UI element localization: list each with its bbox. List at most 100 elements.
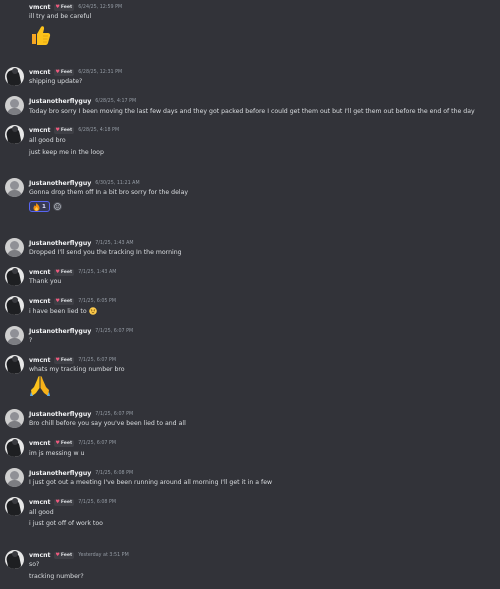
server-tag[interactable]: ♥ Feet: [53, 297, 75, 305]
avatar[interactable]: [5, 296, 24, 315]
username[interactable]: vmcnt: [29, 127, 51, 134]
server-tag-label: Feet: [60, 127, 73, 133]
heart-icon: ♥: [55, 269, 60, 275]
timestamp: 7/1/25, 6:07 PM: [95, 411, 134, 417]
heart-icon: ♥: [55, 357, 60, 363]
username[interactable]: Justanotherflyguy: [29, 470, 91, 477]
server-tag[interactable]: ♥ Feet: [53, 498, 75, 506]
heart-icon: ♥: [55, 552, 60, 558]
heart-icon: ♥: [55, 4, 60, 10]
username[interactable]: Justanotherflyguy: [29, 180, 91, 187]
server-tag-label: Feet: [60, 357, 73, 363]
username[interactable]: vmcnt: [29, 298, 51, 305]
message-text: whats my tracking number bro: [29, 365, 125, 373]
message-header: Justanotherflyguy 6/28/25, 4:17 PM: [29, 96, 136, 106]
timestamp: 7/1/25, 6:08 PM: [78, 499, 117, 505]
message-header: vmcnt ♥ Feet 7/1/25, 6:08 PM: [29, 497, 116, 507]
message-text: im js messing w u: [29, 449, 85, 457]
username[interactable]: vmcnt: [29, 552, 51, 559]
server-tag[interactable]: ♥ Feet: [53, 268, 75, 276]
heart-icon: ♥: [55, 499, 60, 505]
message-text: Thank you: [29, 277, 62, 285]
username[interactable]: Justanotherflyguy: [29, 98, 91, 105]
heart-icon: ♥: [55, 69, 60, 75]
server-tag-label: Feet: [60, 298, 73, 304]
avatar[interactable]: [5, 267, 24, 286]
message-text: all good: [29, 508, 54, 516]
message-text: i have been lied to: [29, 306, 97, 316]
username[interactable]: vmcnt: [29, 69, 51, 76]
message-text: all good bro: [29, 136, 66, 144]
server-tag[interactable]: ♥ Feet: [53, 356, 75, 364]
server-tag[interactable]: ♥ Feet: [53, 3, 75, 11]
timestamp: 7/1/25, 6:07 PM: [78, 440, 117, 446]
message-header: vmcnt ♥ Feet 7/1/25, 6:05 PM: [29, 296, 116, 306]
avatar[interactable]: [5, 178, 24, 197]
avatar[interactable]: [5, 326, 24, 345]
username[interactable]: vmcnt: [29, 269, 51, 276]
server-tag-label: Feet: [60, 552, 73, 558]
avatar[interactable]: [5, 409, 24, 428]
message-text: tracking number?: [29, 572, 84, 580]
server-tag-label: Feet: [60, 4, 73, 10]
praying-hands-emoji-icon: [30, 376, 50, 396]
message-text: Gonna drop them off In a bit bro sorry f…: [29, 188, 189, 196]
timestamp: 7/1/25, 6:07 PM: [95, 328, 134, 334]
thumbs-up-emoji-icon: [32, 26, 51, 45]
username[interactable]: vmcnt: [29, 357, 51, 364]
username[interactable]: Justanotherflyguy: [29, 240, 91, 247]
server-tag-label: Feet: [60, 269, 73, 275]
server-tag-label: Feet: [60, 499, 73, 505]
avatar[interactable]: [5, 238, 24, 257]
timestamp: 7/1/25, 1:43 AM: [95, 240, 134, 246]
smiley-plus-icon: [54, 203, 61, 210]
heart-icon: ♥: [55, 127, 60, 133]
timestamp: 6/30/25, 11:21 AM: [95, 180, 140, 186]
avatar[interactable]: [5, 468, 24, 487]
username[interactable]: Justanotherflyguy: [29, 328, 91, 335]
message-header: vmcnt ♥ Feet 6/28/25, 4:18 PM: [29, 125, 119, 135]
avatar[interactable]: [5, 550, 24, 569]
timestamp: 6/28/25, 12:31 PM: [78, 69, 123, 75]
add-reaction-button[interactable]: [52, 202, 62, 211]
message-text: so?: [29, 560, 40, 568]
avatar[interactable]: [5, 67, 24, 86]
server-tag[interactable]: ♥ Feet: [53, 68, 75, 76]
username[interactable]: vmcnt: [29, 440, 51, 447]
message-header: Justanotherflyguy 7/1/25, 6:07 PM: [29, 326, 133, 336]
message-text: Bro chill before you say you've been lie…: [29, 419, 186, 427]
timestamp: Yesterday at 3:51 PM: [78, 552, 129, 558]
timestamp: 7/1/25, 1:43 AM: [78, 269, 117, 275]
heart-icon: ♥: [55, 298, 60, 304]
timestamp: 6/24/25, 12:59 PM: [78, 4, 123, 10]
avatar[interactable]: [5, 125, 24, 144]
message-header: vmcnt ♥ Feet 7/1/25, 6:07 PM: [29, 438, 116, 448]
message-text: I just got out a meeting I've been runni…: [29, 478, 273, 486]
message-text: shipping update?: [29, 77, 83, 85]
avatar[interactable]: [5, 438, 24, 457]
server-tag-label: Feet: [60, 69, 73, 75]
avatar[interactable]: [5, 355, 24, 374]
message-text: ?: [29, 336, 33, 344]
avatar[interactable]: [5, 96, 24, 115]
timestamp: 6/28/25, 4:17 PM: [95, 98, 137, 104]
server-tag[interactable]: ♥ Feet: [53, 551, 75, 559]
timestamp: 7/1/25, 6:07 PM: [78, 357, 117, 363]
reaction-fire[interactable]: 1: [29, 201, 50, 212]
server-tag[interactable]: ♥ Feet: [53, 126, 75, 134]
username[interactable]: Justanotherflyguy: [29, 411, 91, 418]
message-text: Dropped I'll send you the tracking In th…: [29, 248, 182, 256]
username[interactable]: vmcnt: [29, 4, 51, 11]
reaction-count: 1: [42, 203, 46, 210]
reactions-bar: 1: [29, 201, 62, 212]
message-text: i just got off of work too: [29, 519, 103, 527]
message-text: just keep me in the loop: [29, 148, 104, 156]
heart-icon: ♥: [55, 440, 60, 446]
message-text-content: i have been lied to: [29, 307, 87, 315]
message-text: Today bro sorry I been moving the last f…: [29, 107, 475, 115]
server-tag[interactable]: ♥ Feet: [53, 439, 75, 447]
username[interactable]: vmcnt: [29, 499, 51, 506]
avatar[interactable]: [5, 497, 24, 516]
message-text: ill try and be careful: [29, 12, 92, 20]
fire-emoji-icon: [33, 202, 40, 211]
